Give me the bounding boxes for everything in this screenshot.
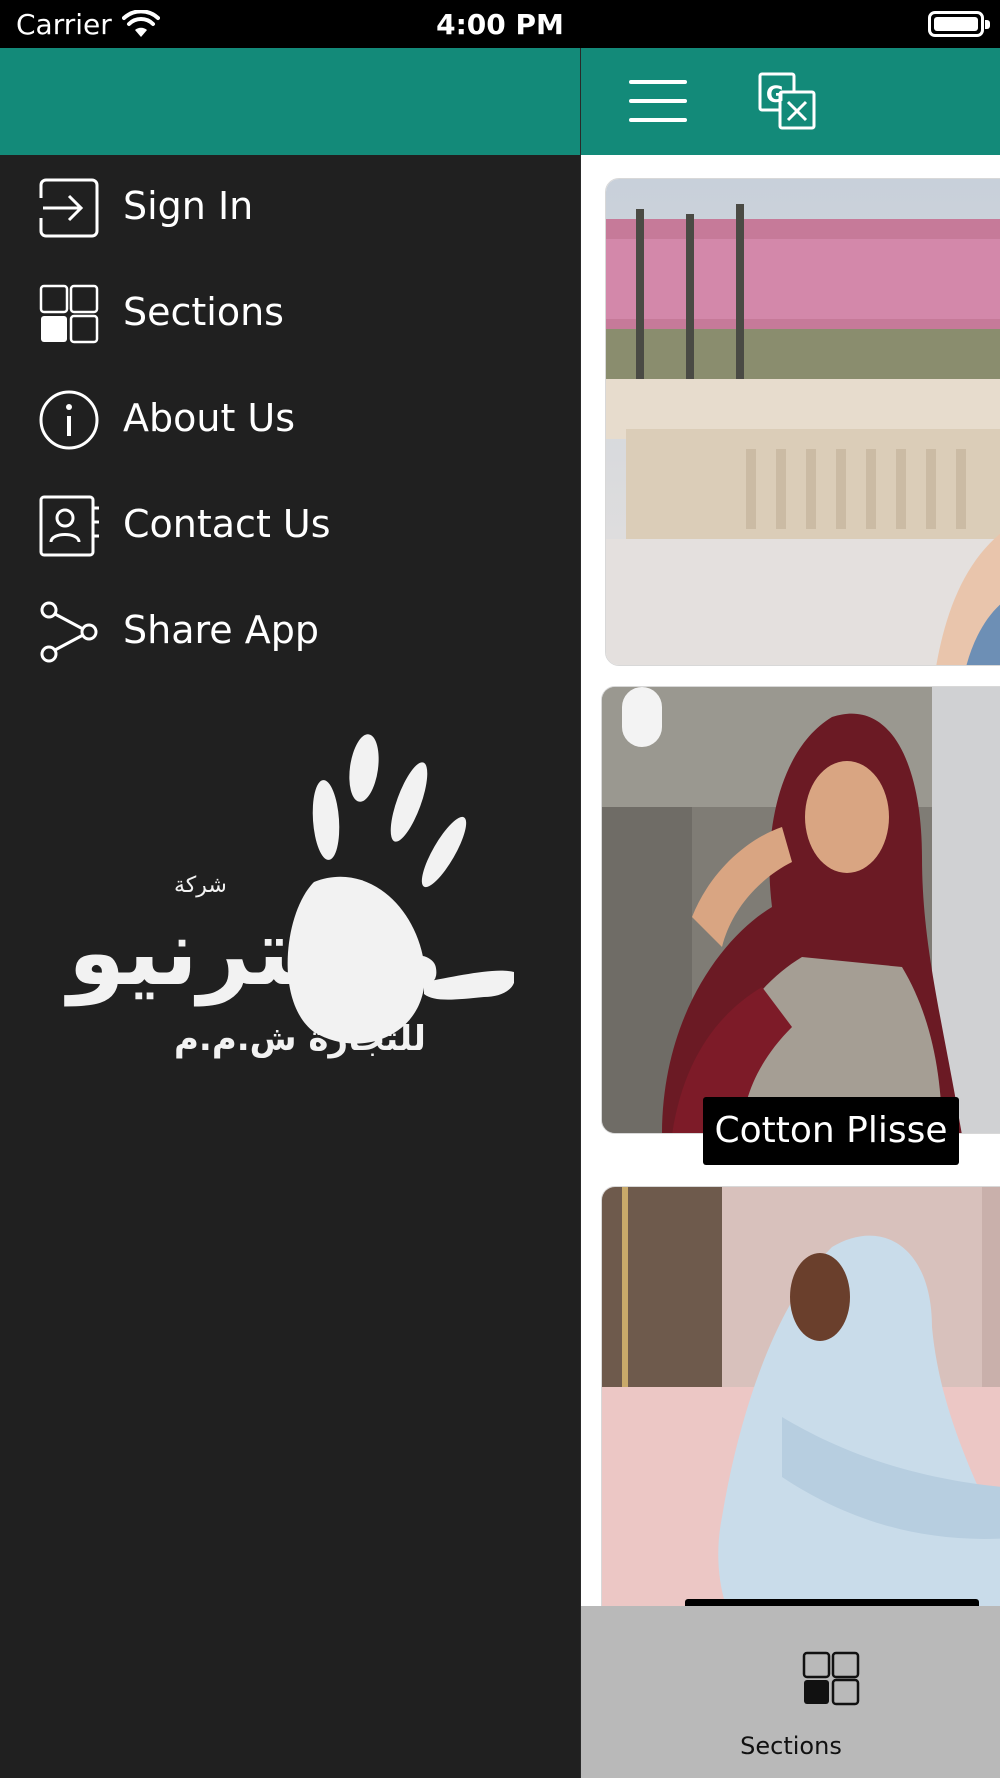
- menu-item-label: Sign In: [123, 184, 254, 228]
- product-image: [602, 687, 1000, 1133]
- grid-icon: [39, 284, 99, 344]
- info-icon: [39, 390, 99, 450]
- side-drawer: Sign In Sections About Us Contact Us Sha…: [0, 48, 580, 1778]
- menu-item-label: About Us: [123, 396, 296, 440]
- hamburger-menu-icon[interactable]: [629, 80, 687, 122]
- product-image: [602, 1187, 1000, 1655]
- menu-item-sections[interactable]: Sections: [0, 262, 580, 366]
- sign-in-icon: [37, 178, 99, 238]
- grid-icon: [802, 1651, 860, 1706]
- banner-slider[interactable]: [605, 178, 1000, 666]
- logo-text-main: مسترنيو: [64, 899, 443, 1007]
- drawer-header: [0, 48, 580, 155]
- clock: 4:00 PM: [436, 8, 564, 41]
- product-title-caption[interactable]: Cotton Plisse: [703, 1097, 959, 1165]
- battery-icon: [928, 11, 990, 37]
- logo-text-bottom: للتجارة ش.م.م: [174, 1019, 426, 1059]
- product-card[interactable]: [601, 686, 1000, 1134]
- banner-image: [606, 179, 1000, 665]
- tab-label: Sections: [740, 1732, 842, 1760]
- menu-item-label: Sections: [123, 290, 284, 334]
- top-app-bar: G: [581, 48, 1000, 155]
- menu-item-contact-us[interactable]: Contact Us: [0, 474, 580, 578]
- menu-item-label: Share App: [123, 608, 319, 652]
- translate-icon[interactable]: G: [758, 72, 818, 132]
- share-icon: [40, 601, 98, 663]
- menu-item-label: Contact Us: [123, 502, 331, 546]
- menu-item-about-us[interactable]: About Us: [0, 368, 580, 472]
- status-bar: Carrier 4:00 PM: [0, 0, 1000, 48]
- product-card[interactable]: [601, 1186, 1000, 1656]
- svg-text:G: G: [766, 83, 784, 108]
- company-logo: شركة مسترنيو للتجارة ش.م.م: [64, 734, 514, 1059]
- logo-text-top: شركة: [174, 873, 227, 898]
- contact-book-icon: [39, 495, 99, 557]
- menu-item-share-app[interactable]: Share App: [0, 580, 580, 684]
- menu-item-sign-in[interactable]: Sign In: [0, 156, 580, 260]
- main-content: G Cotton Plisse Sections: [580, 48, 1000, 1778]
